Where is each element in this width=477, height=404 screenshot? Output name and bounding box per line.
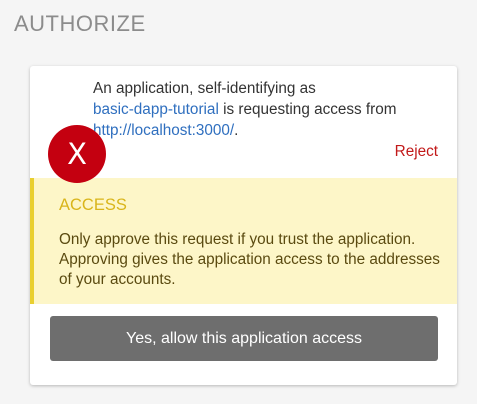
authorization-card: X An application, self-identifying as ba…: [30, 66, 457, 385]
request-suffix: .: [234, 122, 239, 139]
origin-link[interactable]: http://localhost:3000/: [93, 122, 234, 139]
access-notice: ACCESS Only approve this request if you …: [30, 178, 457, 304]
access-notice-title: ACCESS: [59, 196, 127, 214]
access-notice-body: Only approve this request if you trust t…: [59, 231, 440, 288]
reject-button[interactable]: Reject: [395, 143, 438, 161]
request-prefix: An application, self-identifying as: [93, 80, 316, 97]
request-message: An application, self-identifying as basi…: [93, 78, 443, 141]
app-name-link[interactable]: basic-dapp-tutorial: [93, 101, 219, 118]
request-middle: is requesting access from: [218, 101, 397, 118]
page-title: AUTHORIZE: [14, 11, 146, 36]
app-avatar: X: [48, 125, 106, 183]
allow-access-button[interactable]: Yes, allow this application access: [50, 316, 438, 361]
